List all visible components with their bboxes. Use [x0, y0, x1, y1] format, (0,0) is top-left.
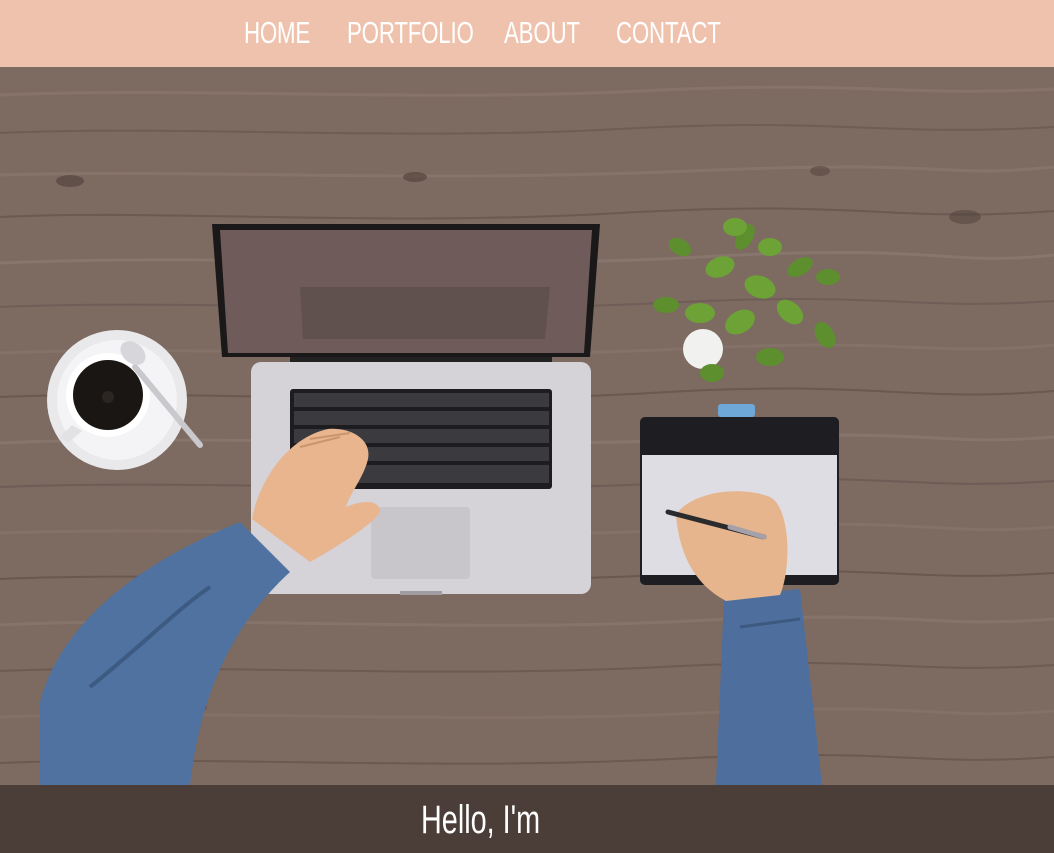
nav-item-contact: CONTACT: [616, 14, 721, 52]
nav-item-about: ABOUT: [504, 14, 580, 52]
desk-workspace-photo: [0, 67, 1054, 785]
nav-link-contact[interactable]: CONTACT: [616, 14, 721, 52]
laptop: [212, 224, 600, 595]
nav-link-home[interactable]: HOME: [244, 14, 310, 52]
top-navigation: HOME PORTFOLIO ABOUT CONTACT: [0, 0, 1054, 67]
nav-item-home: HOME: [244, 14, 310, 52]
intro-greeting: Hello, I'm: [421, 798, 541, 842]
nav-item-portfolio: PORTFOLIO: [347, 14, 474, 52]
hero-section: [0, 67, 1054, 785]
nav-link-about[interactable]: ABOUT: [504, 14, 580, 52]
nav-list: HOME PORTFOLIO ABOUT CONTACT: [244, 14, 721, 52]
nav-link-portfolio[interactable]: PORTFOLIO: [347, 14, 474, 52]
intro-banner: Hello, I'm: [0, 785, 1054, 853]
